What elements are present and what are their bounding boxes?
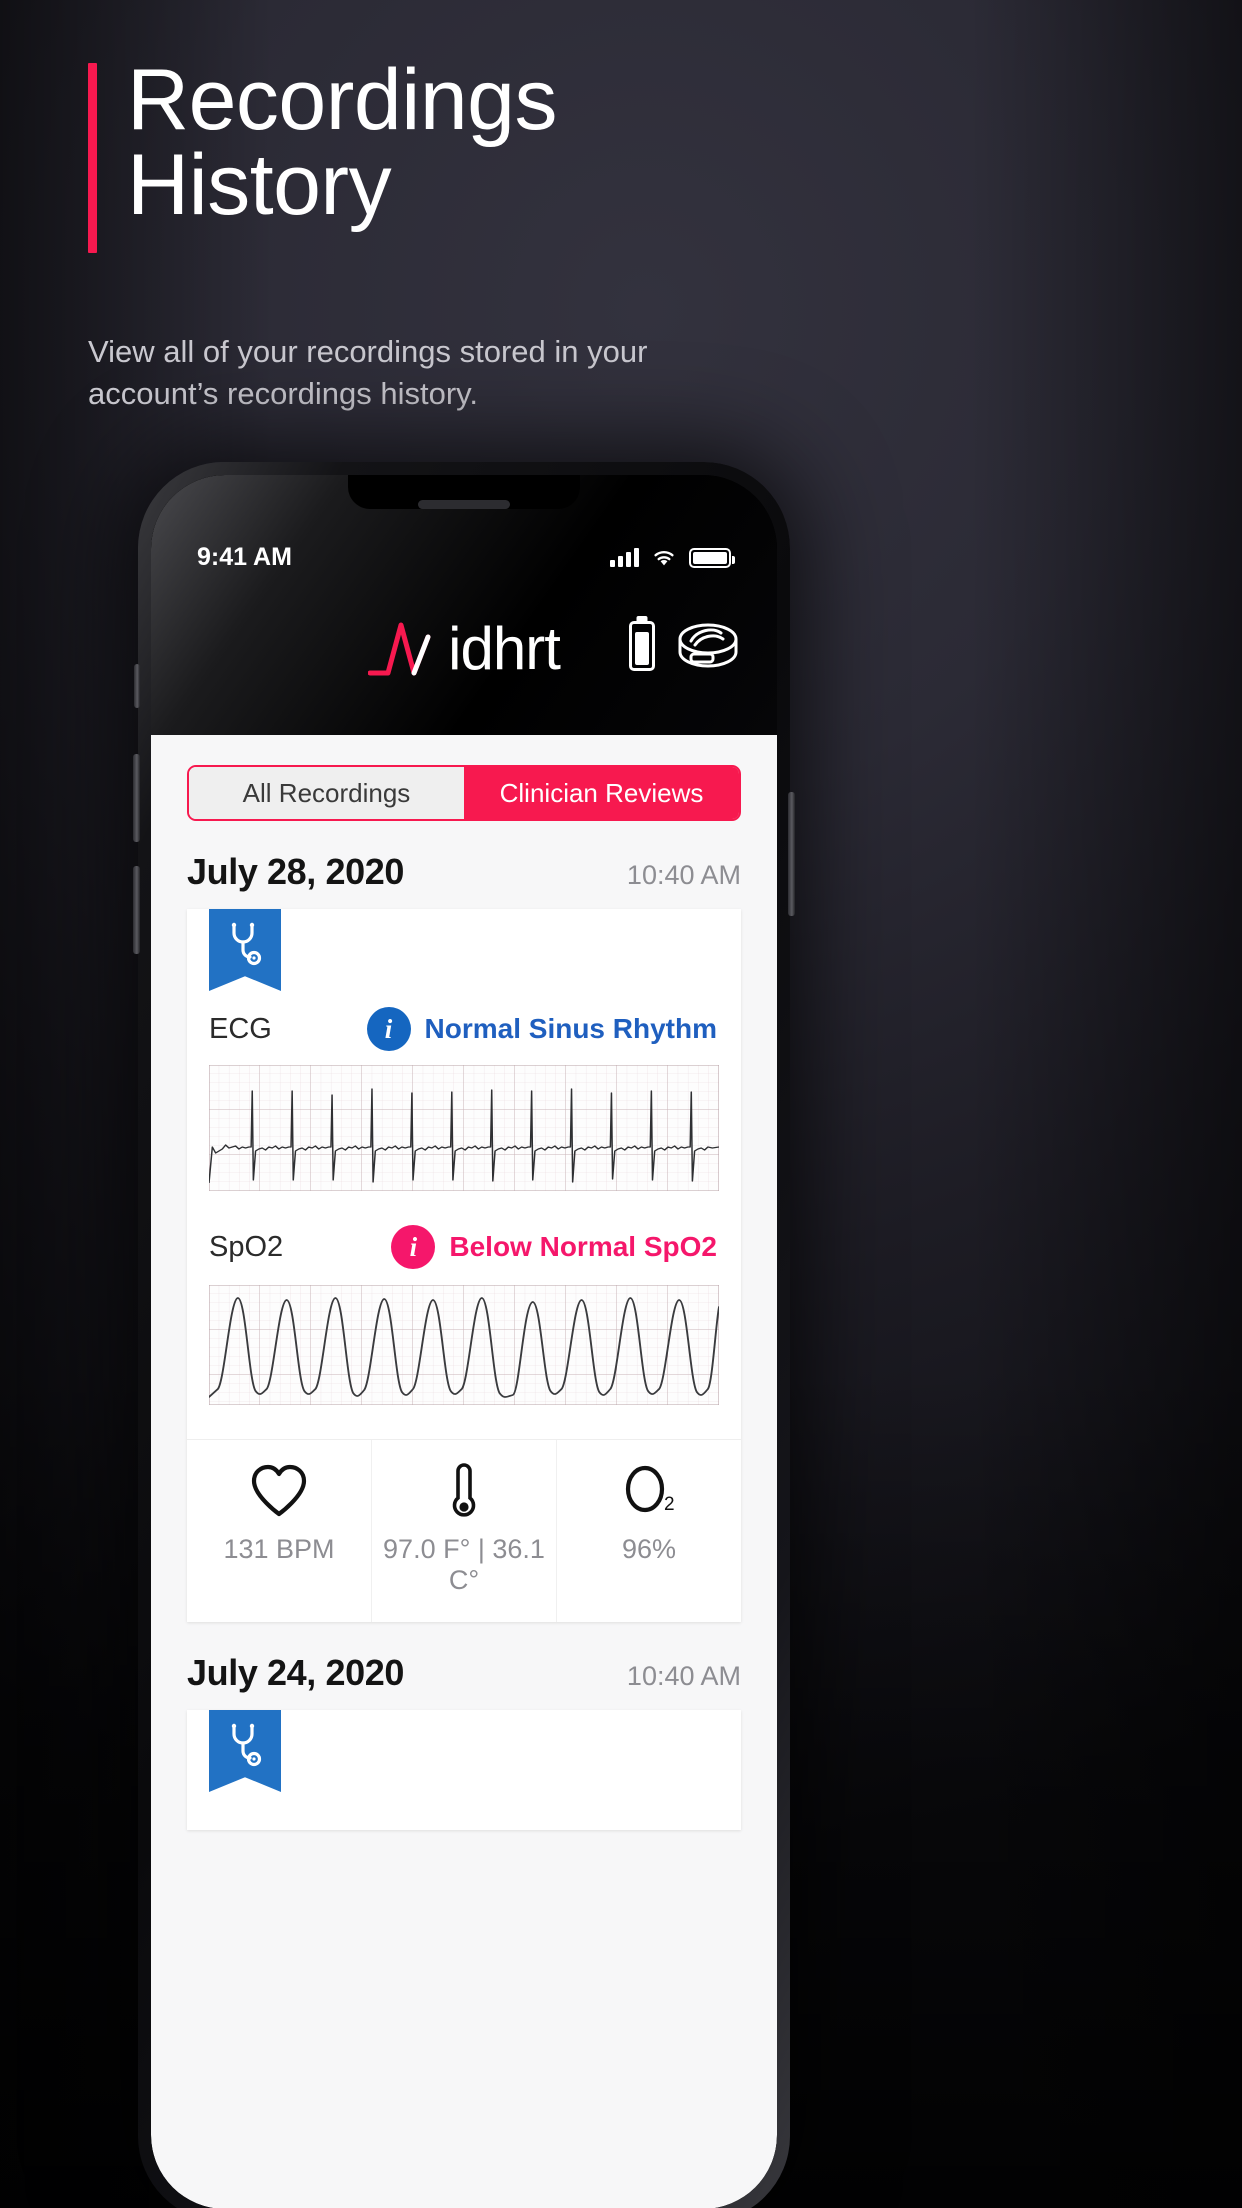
vidhrt-logo[interactable]: idhrt (368, 615, 561, 682)
spo2-waveform-chart (209, 1285, 719, 1405)
phone-volume-down (133, 866, 140, 954)
recording-card[interactable] (187, 1710, 741, 1830)
vital-temperature-value: 97.0 F° | 36.1 C° (383, 1534, 545, 1595)
ecg-waveform-chart (209, 1065, 719, 1191)
page-subtitle: View all of your recordings stored in yo… (88, 334, 648, 412)
oxygen-o2-icon: 2 (557, 1460, 741, 1522)
recording-date-row: July 24, 2020 10:40 AM (151, 1622, 777, 1710)
recording-time: 10:40 AM (626, 1661, 741, 1691)
recordings-tab-bar: All Recordings Clinician Reviews (187, 765, 741, 821)
status-bar-icons (610, 547, 735, 568)
info-icon[interactable]: i (391, 1225, 436, 1269)
phone-volume-up (133, 754, 140, 842)
info-icon[interactable]: i (366, 1007, 411, 1051)
status-bar-time: 9:41 AM (197, 543, 292, 571)
vital-temperature: 97.0 F° | 36.1 C° (371, 1440, 556, 1622)
phone-bezel: 9:41 AM idhrt All Recordings Clinician R… (151, 475, 777, 2208)
spo2-signal-row: SpO2 i Below Normal SpO2 (187, 1225, 741, 1269)
spo2-status[interactable]: i Below Normal SpO2 (391, 1225, 717, 1269)
heart-icon (187, 1460, 371, 1522)
device-battery-icon[interactable] (629, 621, 655, 671)
phone-mute-switch (134, 664, 140, 708)
ecg-status-text: Normal Sinus Rhythm (424, 1013, 717, 1044)
phone-mockup: 9:41 AM idhrt All Recordings Clinician R… (133, 462, 795, 2208)
phone-screen: 9:41 AM idhrt All Recordings Clinician R… (151, 475, 777, 2208)
wifi-icon (654, 551, 674, 566)
vital-oxygen-value: 96% (621, 1534, 677, 1564)
svg-text:2: 2 (664, 1494, 675, 1515)
page-title: Recordings History (127, 52, 558, 234)
clinician-review-ribbon (209, 1710, 281, 1792)
vital-heart-rate-value: 131 BPM (223, 1534, 335, 1564)
stethoscope-icon (231, 1723, 262, 1767)
ecg-label: ECG (209, 1012, 272, 1045)
brand-name: idhrt (448, 615, 561, 682)
vidhrt-device-puck-icon[interactable] (677, 621, 739, 671)
tab-clinician-reviews[interactable]: Clinician Reviews (464, 767, 739, 819)
battery-icon (689, 547, 735, 568)
thermometer-icon (372, 1460, 556, 1522)
app-header-icons (629, 621, 739, 671)
spo2-status-text: Below Normal SpO2 (449, 1231, 717, 1262)
recording-date-row: July 28, 2020 10:40 AM (151, 821, 777, 909)
recording-date: July 24, 2020 (187, 1652, 404, 1693)
recording-time: 10:40 AM (626, 860, 741, 890)
app-content: All Recordings Clinician Reviews July 28… (151, 735, 777, 2208)
vitals-row: 131 BPM 97.0 F° | 36.1 C° 2 96% (187, 1439, 741, 1622)
vital-oxygen: 2 96% (556, 1440, 741, 1622)
accent-bar (88, 63, 97, 253)
signal-bars-icon (610, 548, 639, 567)
vital-heart-rate: 131 BPM (187, 1440, 371, 1622)
status-bar: 9:41 AM (151, 543, 777, 572)
recording-card[interactable]: ECG i Normal Sinus Rhythm SpO2 i Below N… (187, 909, 741, 1622)
app-header: 9:41 AM idhrt (151, 475, 777, 735)
phone-power-button (788, 792, 795, 916)
hero-text-block: Recordings History View all of your reco… (88, 52, 988, 411)
earpiece-speaker (418, 500, 510, 509)
spo2-label: SpO2 (209, 1230, 284, 1263)
stethoscope-icon (231, 922, 262, 966)
ecg-status[interactable]: i Normal Sinus Rhythm (366, 1007, 717, 1051)
recording-date: July 28, 2020 (187, 851, 404, 892)
app-brand-row: idhrt (151, 615, 777, 679)
vidhrt-waveform-logo (368, 622, 431, 676)
tab-all-recordings[interactable]: All Recordings (189, 767, 464, 819)
